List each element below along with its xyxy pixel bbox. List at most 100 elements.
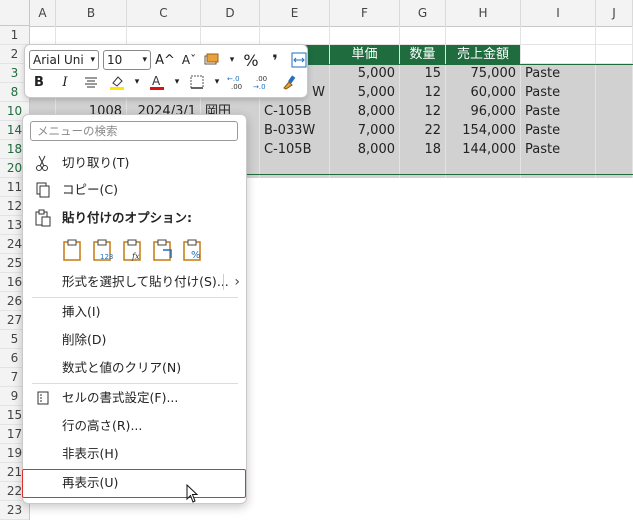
- format-painter-button[interactable]: [279, 72, 299, 92]
- paste-icon[interactable]: [61, 238, 85, 262]
- accounting-format-icon: [204, 53, 219, 65]
- menu-item-label: コピー(C): [62, 182, 118, 197]
- borders-button[interactable]: [187, 72, 207, 92]
- header-price[interactable]: 単価: [330, 45, 400, 64]
- chevron-down-icon[interactable]: ▾: [133, 72, 141, 92]
- mini-toolbar: Arial Uni ▾ 10 ▾ A^ Aˇ ▾ % ❜ B I ▾ A ▾ ▾…: [24, 44, 308, 98]
- menu-item-label: 行の高さ(R)...: [62, 418, 143, 433]
- font-name-value: Arial Uni: [33, 53, 84, 67]
- table-row: [30, 26, 633, 45]
- svg-text:.00: .00: [231, 83, 242, 90]
- column-header-e[interactable]: E: [260, 0, 330, 26]
- borders-icon: [190, 75, 204, 89]
- percent-icon: %: [243, 50, 259, 70]
- paste-icon: [35, 209, 51, 227]
- percent-button[interactable]: %: [241, 50, 261, 70]
- menu-item-cut[interactable]: 切り取り(T): [23, 150, 246, 176]
- align-center-icon: [85, 77, 97, 88]
- mouse-cursor-icon: [186, 484, 199, 503]
- italic-icon: I: [62, 74, 68, 90]
- grow-font-button[interactable]: A^: [155, 50, 175, 70]
- menu-search-input[interactable]: メニューの検索: [30, 121, 238, 141]
- header-qty[interactable]: 数量: [400, 45, 446, 64]
- paste-options-row: 123 fx %: [61, 238, 205, 262]
- chevron-down-icon: ▾: [90, 55, 95, 65]
- font-size-value: 10: [107, 53, 123, 67]
- menu-item-format-cells[interactable]: セルの書式設定(F)...: [23, 385, 246, 411]
- grow-font-icon: A^: [155, 52, 175, 68]
- menu-item-label: 挿入(I): [62, 304, 101, 319]
- merge-center-button[interactable]: [289, 50, 309, 70]
- align-center-button[interactable]: [81, 72, 101, 92]
- svg-text:.00: .00: [256, 75, 267, 83]
- scissors-icon: [36, 155, 48, 171]
- menu-item-insert[interactable]: 挿入(I): [23, 299, 246, 325]
- menu-item-label: 削除(D): [62, 332, 107, 347]
- row-header[interactable]: 23: [0, 501, 29, 520]
- chevron-down-icon[interactable]: ▾: [227, 50, 237, 70]
- column-header-i[interactable]: I: [521, 0, 596, 26]
- column-headers: A B C D E F G H I J: [30, 0, 633, 27]
- column-header-a[interactable]: A: [30, 0, 56, 26]
- chevron-down-icon[interactable]: ▾: [213, 72, 221, 92]
- font-size-select[interactable]: 10 ▾: [103, 50, 151, 70]
- increase-decimal-button[interactable]: ←.0.00: [227, 72, 247, 92]
- chevron-down-icon[interactable]: ▾: [173, 72, 181, 92]
- paste-values-icon[interactable]: 123: [91, 238, 115, 262]
- decrease-decimal-icon: .00→.0: [253, 75, 267, 90]
- menu-item-label: 数式と値のクリア(N): [62, 360, 182, 375]
- shrink-font-icon: Aˇ: [181, 53, 197, 67]
- menu-item-row-height[interactable]: 行の高さ(R)...: [23, 413, 246, 439]
- increase-decimal-icon: ←.0.00: [227, 75, 242, 90]
- menu-item-label: 切り取り(T): [62, 155, 130, 170]
- bold-button[interactable]: B: [29, 72, 49, 92]
- select-all-corner[interactable]: [0, 0, 30, 26]
- menu-item-delete[interactable]: 削除(D): [23, 327, 246, 353]
- paste-transpose-icon[interactable]: [151, 238, 175, 262]
- menu-item-paste-special[interactable]: 形式を選択して貼り付け(S)... ›: [23, 269, 246, 295]
- svg-text:%: %: [191, 250, 201, 261]
- menu-item-hide[interactable]: 非表示(H): [23, 441, 246, 467]
- merge-center-icon: [291, 52, 307, 68]
- fill-color-button[interactable]: [107, 72, 127, 92]
- svg-text:←.0: ←.0: [227, 75, 240, 83]
- column-header-b[interactable]: B: [56, 0, 127, 26]
- comma-style-button[interactable]: ❜: [265, 50, 285, 70]
- header-total[interactable]: 売上金額: [446, 45, 521, 64]
- fill-color-icon: [110, 76, 124, 90]
- chevron-down-icon: ▾: [142, 55, 147, 65]
- divider: [32, 383, 238, 384]
- font-color-icon: A: [150, 74, 164, 90]
- menu-item-copy[interactable]: コピー(C): [23, 177, 246, 203]
- font-name-select[interactable]: Arial Uni ▾: [29, 50, 99, 70]
- shrink-font-button[interactable]: Aˇ: [179, 50, 199, 70]
- svg-text:123: 123: [100, 253, 113, 261]
- divider: [223, 274, 224, 290]
- accounting-format-button[interactable]: [203, 50, 223, 70]
- highlight-box: [22, 469, 246, 498]
- svg-text:fx: fx: [131, 252, 140, 261]
- column-header-c[interactable]: C: [127, 0, 201, 26]
- context-menu: メニューの検索 切り取り(T) コピー(C) 貼り付けのオプション: 123 f…: [22, 114, 247, 504]
- copy-icon: [36, 182, 50, 198]
- menu-item-clear[interactable]: 数式と値のクリア(N): [23, 355, 246, 381]
- menu-item-label: 非表示(H): [62, 446, 119, 461]
- menu-item-label: 形式を選択して貼り付け(S)...: [62, 274, 229, 289]
- divider: [32, 297, 238, 298]
- column-header-j[interactable]: J: [596, 0, 633, 26]
- column-header-d[interactable]: D: [201, 0, 260, 26]
- decrease-decimal-button[interactable]: .00 →.0: [253, 72, 273, 92]
- svg-text:A: A: [152, 74, 161, 88]
- svg-text:→.0: →.0: [253, 83, 266, 90]
- column-header-f[interactable]: F: [330, 0, 400, 26]
- row-header[interactable]: 1: [0, 26, 29, 45]
- menu-item-label: セルの書式設定(F)...: [62, 390, 179, 405]
- menu-item-paste-options: 貼り付けのオプション:: [23, 205, 246, 231]
- paste-formulas-icon[interactable]: fx: [121, 238, 145, 262]
- column-header-g[interactable]: G: [400, 0, 446, 26]
- font-color-button[interactable]: A: [147, 72, 167, 92]
- chevron-right-icon: ›: [234, 274, 240, 290]
- italic-button[interactable]: I: [55, 72, 75, 92]
- column-header-h[interactable]: H: [446, 0, 521, 26]
- paste-formatting-icon[interactable]: %: [181, 238, 205, 262]
